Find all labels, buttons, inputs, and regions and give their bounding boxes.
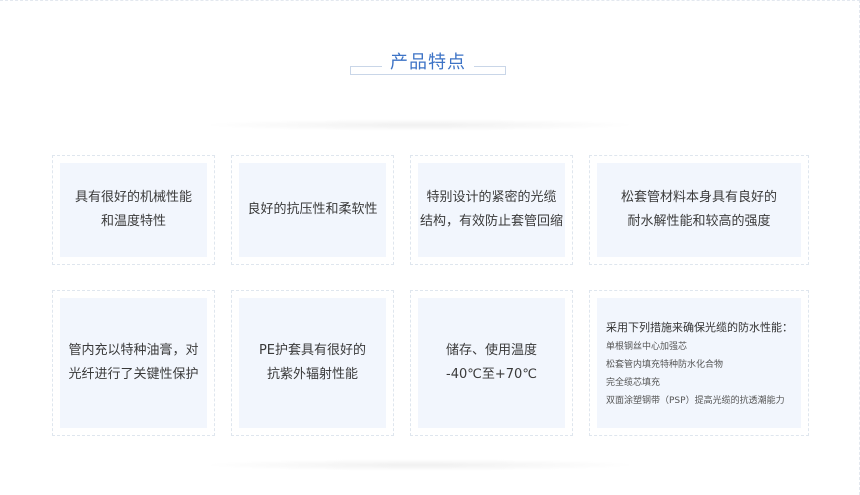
section-title-label: 产品特点 <box>382 52 474 73</box>
feature-text: 具有很好的机械性能 和温度特性 <box>75 186 192 234</box>
feature-card-temperature: 储存、使用温度 -40℃至+70℃ <box>410 290 573 436</box>
feature-card-structure: 特别设计的紧密的光缆 结构，有效防止套管回缩 <box>410 155 573 265</box>
feature-card-body: 管内充以特种油膏，对 光纤进行了关键性保护 <box>60 298 207 428</box>
feature-line: 抗紫外辐射性能 <box>266 367 358 382</box>
waterproof-item: 双面涂塑钢带（PSP）提高光缆的抗透潮能力 <box>606 396 785 406</box>
feature-card-waterproof: 采用下列措施来确保光缆的防水性能： 单根钢丝中心加强芯 松套管内填充特种防水化合… <box>589 290 809 436</box>
section-title: 产品特点 <box>350 51 506 75</box>
waterproof-item: 完全缆芯填充 <box>606 378 661 388</box>
feature-card-material: 松套管材料本身具有良好的 耐水解性能和较高的强度 <box>589 155 809 265</box>
feature-card-compression: 良好的抗压性和柔软性 <box>231 155 394 265</box>
feature-line: 具有很好的机械性能 <box>74 190 192 205</box>
feature-card-body: 采用下列措施来确保光缆的防水性能： 单根钢丝中心加强芯 松套管内填充特种防水化合… <box>597 298 801 428</box>
feature-text: PE护套具有很好的 抗紫外辐射性能 <box>259 339 366 387</box>
feature-card-body: 松套管材料本身具有良好的 耐水解性能和较高的强度 <box>597 163 801 257</box>
feature-line: 良好的抗压性和柔软性 <box>247 202 378 217</box>
waterproof-item: 单根钢丝中心加强芯 <box>606 342 688 352</box>
feature-card-mechanical: 具有很好的机械性能 和温度特性 <box>52 155 215 265</box>
feature-text: 松套管材料本身具有良好的 耐水解性能和较高的强度 <box>621 186 777 234</box>
feature-line: 光纤进行了关键性保护 <box>68 367 199 382</box>
feature-line: 耐水解性能和较高的强度 <box>627 214 771 229</box>
feature-card-grease: 管内充以特种油膏，对 光纤进行了关键性保护 <box>52 290 215 436</box>
feature-text: 储存、使用温度 -40℃至+70℃ <box>446 339 537 387</box>
feature-text: 特别设计的紧密的光缆 结构，有效防止套管回缩 <box>420 186 563 234</box>
waterproof-heading: 采用下列措施来确保光缆的防水性能： <box>606 321 793 334</box>
divider-shadow-top <box>200 119 640 131</box>
feature-line: 特别设计的紧密的光缆 <box>426 190 557 205</box>
feature-line: 松套管材料本身具有良好的 <box>620 190 777 205</box>
feature-card-body: 具有很好的机械性能 和温度特性 <box>60 163 207 257</box>
feature-line: 储存、使用温度 <box>445 343 537 358</box>
feature-line: 和温度特性 <box>100 214 166 229</box>
product-features-section: 产品特点 具有很好的机械性能 和温度特性 良好的抗压性和柔软性 特别设计的紧密的… <box>0 0 860 495</box>
feature-text: 良好的抗压性和柔软性 <box>247 198 377 222</box>
feature-line: 结构，有效防止套管回缩 <box>420 214 564 229</box>
feature-card-body: PE护套具有很好的 抗紫外辐射性能 <box>239 298 386 428</box>
section-title-block: 产品特点 <box>350 51 508 77</box>
feature-card-body: 储存、使用温度 -40℃至+70℃ <box>418 298 565 428</box>
feature-card-body: 特别设计的紧密的光缆 结构，有效防止套管回缩 <box>418 163 565 257</box>
feature-card-uv: PE护套具有很好的 抗紫外辐射性能 <box>231 290 394 436</box>
feature-line: 管内充以特种油膏，对 <box>68 343 199 358</box>
feature-text: 管内充以特种油膏，对 光纤进行了关键性保护 <box>68 339 198 387</box>
feature-card-body: 良好的抗压性和柔软性 <box>239 163 386 257</box>
feature-line: PE护套具有很好的 <box>258 343 367 358</box>
waterproof-item: 松套管内填充特种防水化合物 <box>606 360 724 370</box>
feature-line: -40℃至+70℃ <box>446 367 537 382</box>
divider-shadow-bottom <box>200 459 640 471</box>
